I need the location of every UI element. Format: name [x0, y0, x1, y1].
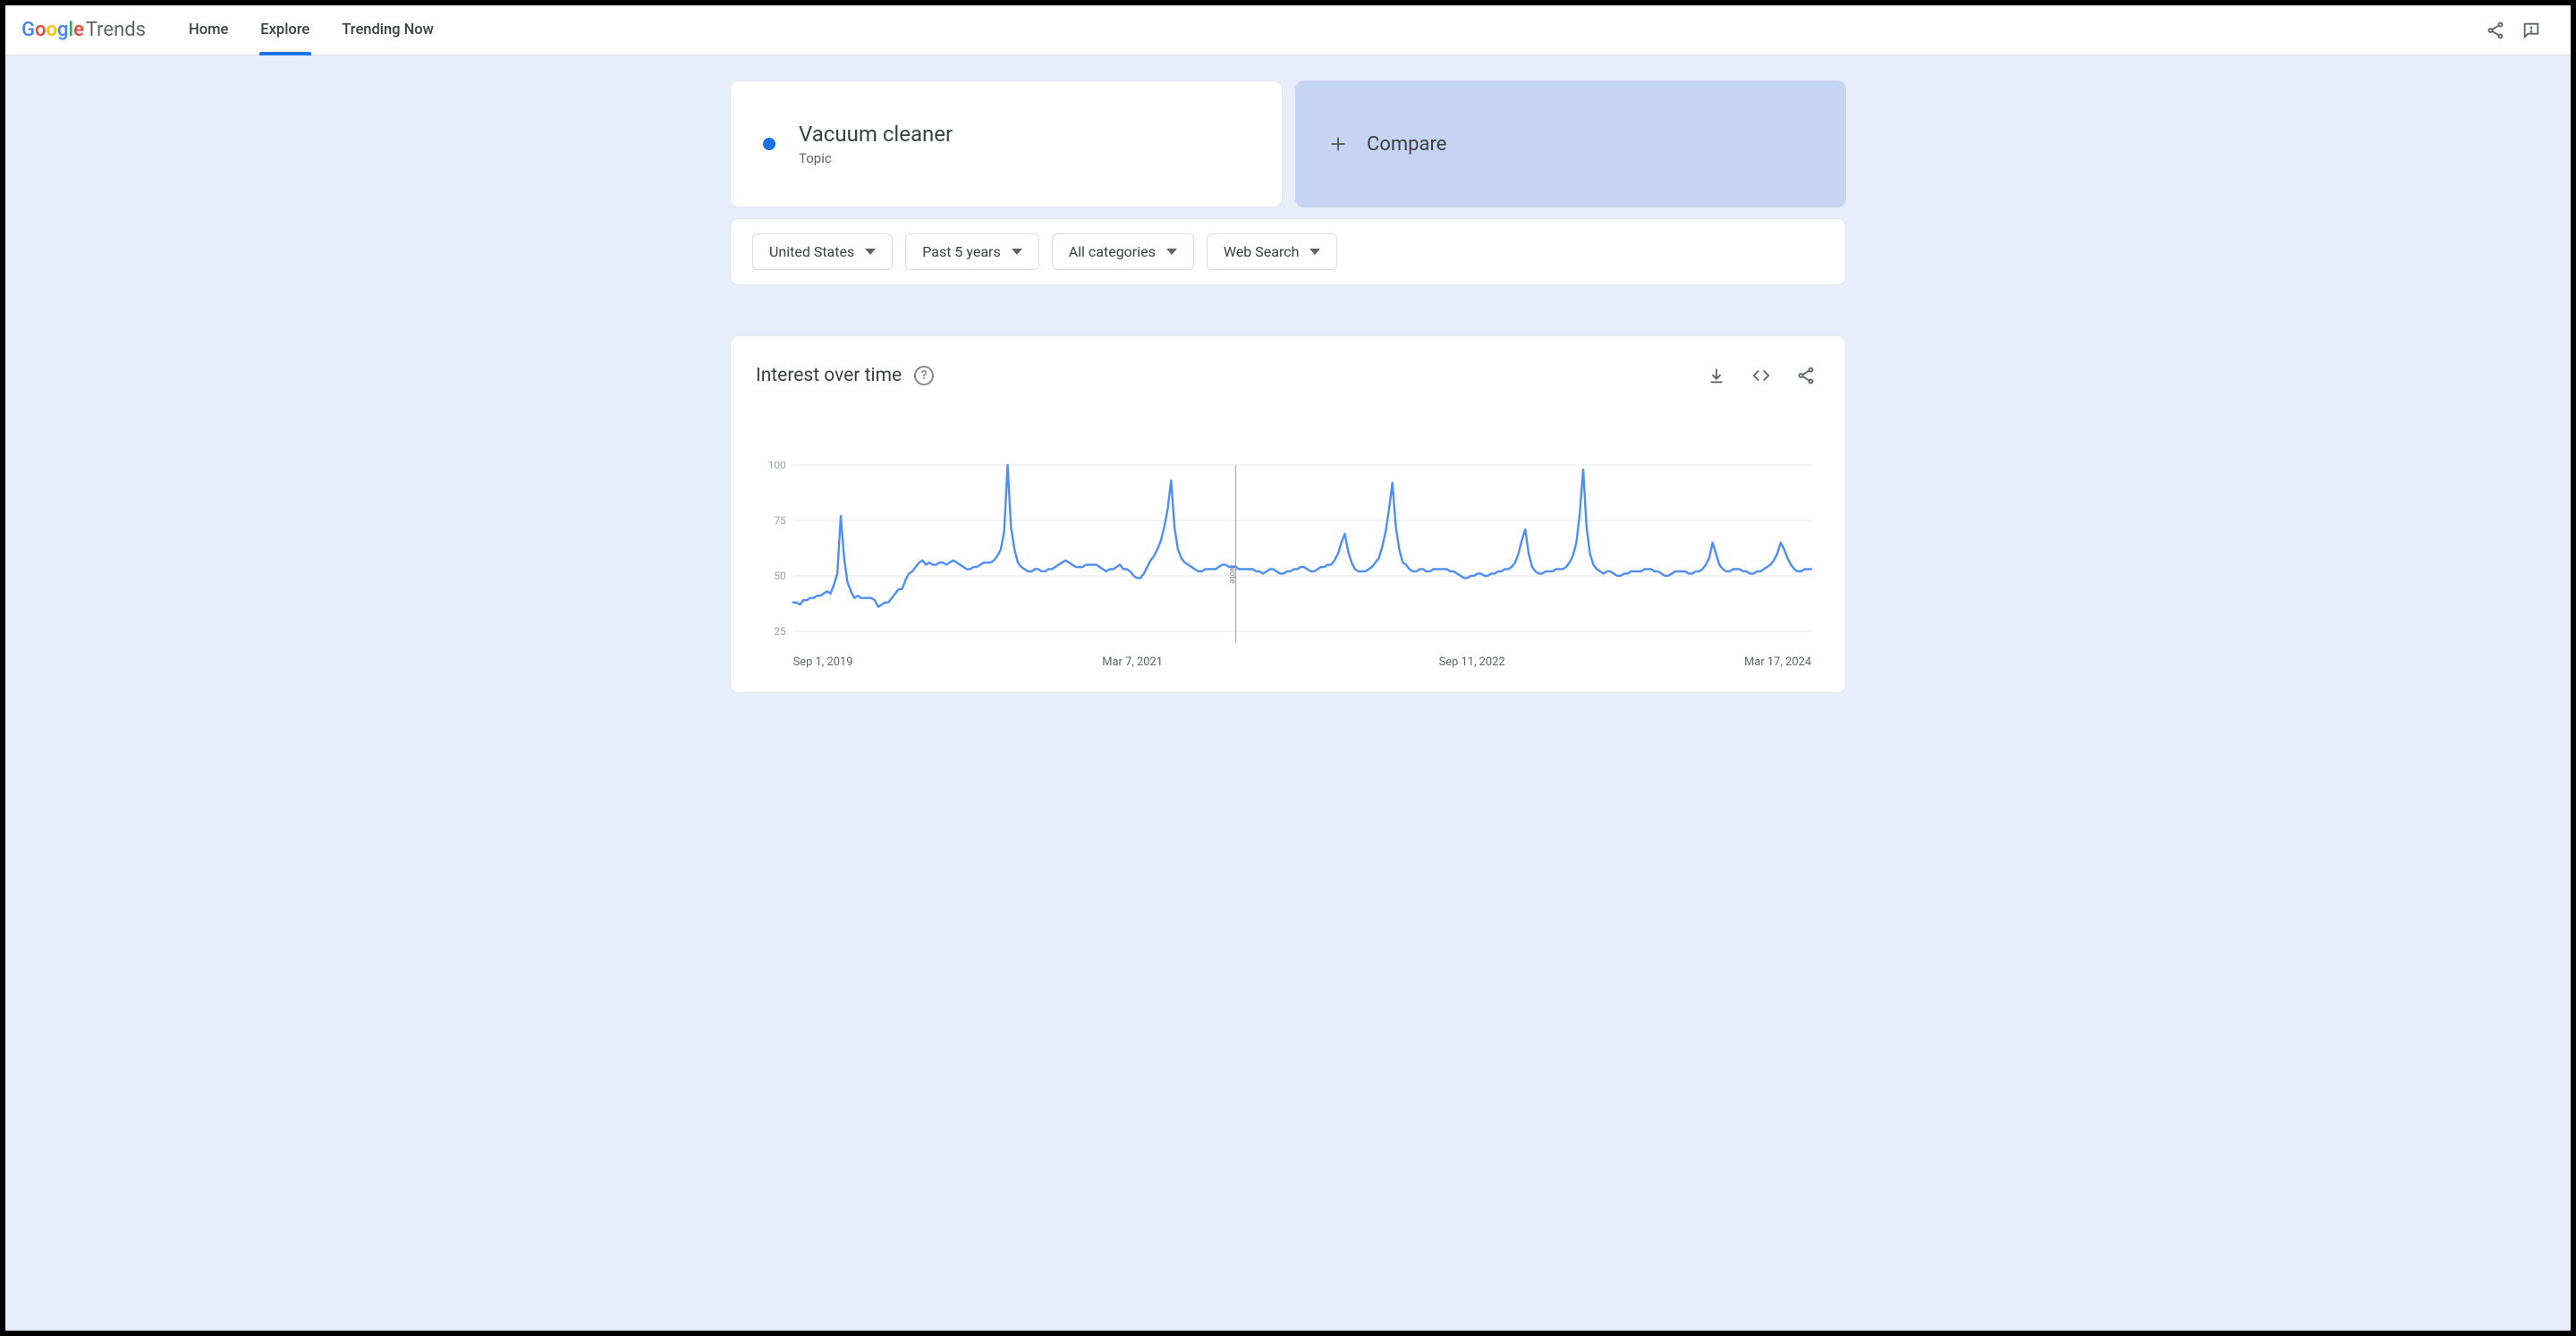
query-compare-row: Vacuum cleaner Topic Compare [730, 80, 1846, 207]
help-icon[interactable]: ? [914, 366, 934, 385]
filter-geo-label: United States [769, 243, 854, 260]
svg-text:25: 25 [774, 625, 786, 638]
chevron-down-icon [1166, 249, 1177, 255]
tab-home-label: Home [189, 21, 228, 38]
app-header: GoogleTrends Home Explore Trending Now [5, 5, 2571, 55]
search-term-card[interactable]: Vacuum cleaner Topic [730, 80, 1283, 207]
filter-time[interactable]: Past 5 years [905, 233, 1038, 270]
chevron-down-icon [1012, 249, 1022, 255]
svg-text:Mar 17, 2024: Mar 17, 2024 [1744, 655, 1811, 669]
line-chart: 25 50 75 100 Note Sep 1, 2019 Mar 7, 2021 Sep 1… [756, 461, 1820, 674]
logo[interactable]: GoogleTrends [21, 19, 146, 41]
chevron-down-icon [1309, 249, 1320, 255]
svg-text:Sep 11, 2022: Sep 11, 2022 [1439, 655, 1505, 669]
tab-explore[interactable]: Explore [260, 5, 309, 55]
interest-over-time-card: Interest over time ? [730, 335, 1846, 693]
main-nav: Home Explore Trending Now [189, 5, 434, 55]
tab-home[interactable]: Home [189, 5, 228, 55]
embed-icon[interactable] [1747, 361, 1775, 390]
chart-title: Interest over time [756, 365, 902, 386]
filter-time-label: Past 5 years [922, 243, 1000, 260]
svg-text:100: 100 [768, 461, 786, 471]
page-body: Vacuum cleaner Topic Compare United Stat… [5, 55, 2571, 1331]
download-icon[interactable] [1702, 361, 1731, 390]
filter-search-type[interactable]: Web Search [1207, 233, 1338, 270]
chart-area: 25 50 75 100 Note Sep 1, 2019 Mar 7, 2021 Sep 1… [756, 461, 1820, 674]
filters-bar: United States Past 5 years All categorie… [730, 218, 1846, 285]
search-term-type: Topic [799, 150, 953, 166]
filter-search-type-label: Web Search [1224, 243, 1300, 260]
search-term: Vacuum cleaner [799, 122, 953, 147]
series-color-dot [763, 138, 775, 150]
feedback-icon[interactable] [2513, 13, 2549, 48]
svg-text:Note: Note [1227, 565, 1237, 584]
chart-actions [1702, 361, 1820, 390]
tab-trending-label: Trending Now [342, 21, 434, 38]
tab-trending[interactable]: Trending Now [342, 5, 434, 55]
logo-product: Trends [86, 19, 146, 41]
svg-text:50: 50 [774, 570, 786, 582]
share-chart-icon[interactable] [1792, 361, 1820, 390]
chevron-down-icon [865, 249, 876, 255]
svg-text:Mar 7, 2021: Mar 7, 2021 [1102, 655, 1163, 669]
compare-label: Compare [1367, 133, 1446, 156]
filter-category[interactable]: All categories [1052, 233, 1194, 270]
share-icon[interactable] [2478, 13, 2513, 48]
add-compare-button[interactable]: Compare [1295, 80, 1846, 207]
tab-explore-label: Explore [260, 21, 309, 38]
plus-icon [1327, 133, 1349, 155]
svg-text:Sep 1, 2019: Sep 1, 2019 [793, 655, 853, 669]
chart-header: Interest over time ? [756, 361, 1820, 390]
svg-text:75: 75 [774, 514, 786, 527]
filter-category-label: All categories [1069, 243, 1156, 260]
filter-geo[interactable]: United States [752, 233, 893, 270]
